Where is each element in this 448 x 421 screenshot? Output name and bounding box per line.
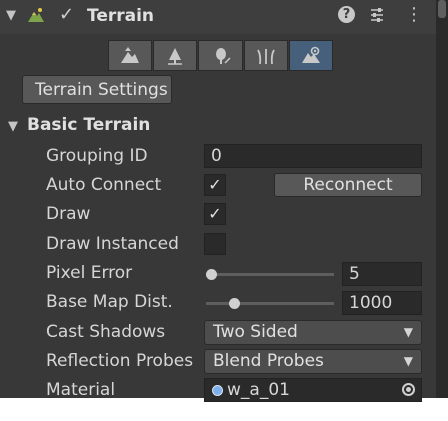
paint-tree-icon [168, 47, 183, 65]
raise-lower-terrain-icon [121, 46, 140, 63]
foldout-arrow-icon[interactable]: ▼ [8, 119, 18, 134]
pixel-error-slider-track[interactable] [206, 273, 334, 276]
reflection-probes-dropdown[interactable]: Blend Probes ▼ [204, 349, 422, 374]
draw-instanced-label: Draw Instanced [46, 234, 179, 254]
draw-instanced-checkbox[interactable] [204, 233, 226, 255]
reflection-probes-label: Reflection Probes [46, 351, 194, 371]
dropdown-arrow-icon: ▼ [403, 325, 413, 339]
basic-terrain-header[interactable]: Basic Terrain [27, 115, 150, 135]
material-label: Material [46, 380, 116, 400]
component-enabled-checkbox[interactable]: ✓ [59, 4, 74, 25]
dropdown-arrow-icon: ▼ [403, 354, 413, 368]
terrain-settings-icon [301, 46, 320, 63]
tool-terrain-settings[interactable] [288, 40, 334, 71]
material-icon [212, 385, 223, 396]
terrain-component-icon [27, 6, 45, 24]
pixel-error-label: Pixel Error [46, 263, 133, 283]
tool-paint-details[interactable] [198, 40, 243, 71]
presets-icon[interactable] [368, 6, 386, 24]
tool-raise-lower-terrain[interactable] [108, 40, 153, 71]
scrollbar-thumb[interactable] [438, 0, 446, 18]
reconnect-button[interactable]: Reconnect [274, 173, 422, 197]
tool-paint-trees[interactable] [153, 40, 198, 71]
grouping-id-label: Grouping ID [46, 146, 148, 166]
pixel-error-slider-thumb[interactable] [206, 269, 217, 280]
pixel-error-field[interactable]: 5 [342, 262, 422, 286]
material-object-field[interactable]: w_a_01 [204, 378, 422, 402]
scrollbar[interactable] [436, 0, 448, 398]
paint-grass-icon [256, 48, 275, 64]
terrain-settings-button[interactable]: Terrain Settings [22, 75, 172, 104]
more-options-icon[interactable]: ⋮ [405, 4, 423, 25]
component-header[interactable]: ▼ ✓ Terrain ? ⋮ [0, 0, 436, 34]
foldout-arrow-icon[interactable]: ▼ [6, 8, 16, 23]
base-map-dist-slider-track[interactable] [206, 302, 334, 305]
cast-shadows-dropdown[interactable]: Two Sided ▼ [204, 320, 422, 345]
help-icon[interactable]: ? [338, 6, 355, 23]
cast-shadows-value: Two Sided [213, 322, 298, 342]
reflection-probes-value: Blend Probes [213, 351, 324, 371]
draw-checkbox[interactable]: ✓ [204, 203, 226, 225]
material-value: w_a_01 [227, 380, 290, 400]
tool-paint-grass[interactable] [243, 40, 288, 71]
paint-details-icon [215, 47, 231, 64]
cast-shadows-label: Cast Shadows [46, 322, 166, 342]
base-map-dist-label: Base Map Dist. [46, 292, 173, 312]
object-picker-icon[interactable] [402, 383, 415, 396]
draw-label: Draw [46, 204, 91, 224]
auto-connect-label: Auto Connect [46, 175, 162, 195]
component-title: Terrain [87, 6, 155, 26]
terrain-tool-bar [108, 40, 334, 71]
base-map-dist-field[interactable]: 1000 [342, 291, 422, 315]
grouping-id-field[interactable]: 0 [204, 144, 422, 168]
auto-connect-checkbox[interactable]: ✓ [204, 174, 226, 196]
